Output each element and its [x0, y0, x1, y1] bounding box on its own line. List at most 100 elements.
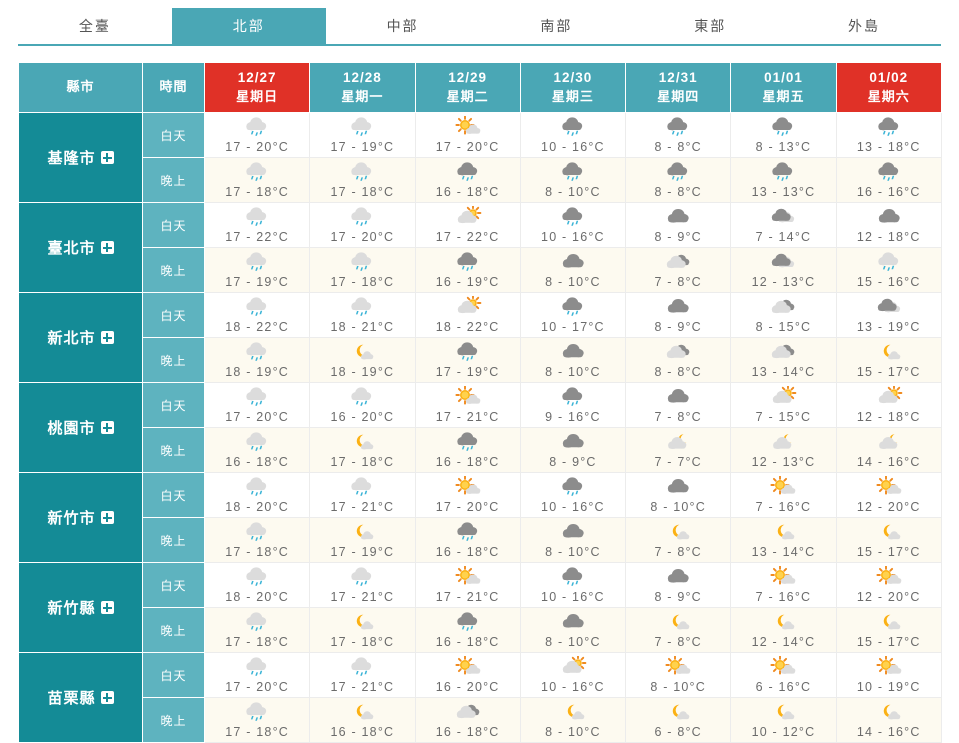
table-row: 晚上 17 - 19°C 17 - 18°C 16 - 19°C 8 - 10°C 7 -…: [19, 247, 942, 293]
temperature-range: 17 - 20°C: [225, 140, 289, 155]
city-cell-桃園市[interactable]: 桃園市: [18, 382, 143, 473]
forecast-cell: 17 - 18°C: [309, 247, 416, 293]
forecast-cell: 16 - 18°C: [414, 607, 521, 653]
forecast-cell: 17 - 19°C: [309, 112, 416, 158]
temperature-range: 16 - 20°C: [435, 680, 500, 695]
forecast-cell: 10 - 17°C: [519, 292, 627, 338]
temperature-range: 8 - 15°C: [755, 320, 812, 335]
rain-light-icon: [342, 476, 382, 500]
forecast-cell: 7 - 16°C: [730, 472, 837, 518]
temperature-range: 13 - 14°C: [751, 545, 816, 560]
forecast-cell: 16 - 19°C: [414, 247, 521, 293]
forecast-cell: 6 - 16°C: [730, 652, 837, 698]
plus-icon[interactable]: [100, 241, 114, 254]
forecast-cell: 8 - 10°C: [519, 247, 627, 293]
city-cell-新竹縣[interactable]: 新竹縣: [18, 562, 143, 653]
sun-cloud-icon: [658, 656, 698, 680]
forecast-cell: 10 - 16°C: [519, 202, 627, 248]
rain-dark-icon: [658, 161, 698, 185]
temperature-range: 8 - 10°C: [545, 725, 601, 740]
rain-dark-icon: [448, 611, 488, 635]
time-cell-night: 晚上: [142, 697, 205, 743]
plus-icon[interactable]: [100, 511, 114, 524]
temperature-range: 17 - 18°C: [225, 725, 289, 740]
region-tab-5[interactable]: 外島: [787, 8, 941, 44]
city-cell-新北市[interactable]: 新北市: [18, 292, 143, 383]
temperature-range: 8 - 13°C: [755, 140, 812, 155]
forecast-cell: 7 - 8°C: [625, 607, 732, 653]
sun-cloud-icon: [448, 566, 488, 590]
header-day-1: 12/28 星期一: [309, 62, 416, 113]
cloud-dark-icon: [658, 566, 698, 590]
plus-icon[interactable]: [100, 601, 114, 614]
forecast-cell: 17 - 19°C: [414, 337, 521, 383]
plus-icon[interactable]: [100, 691, 114, 704]
region-tab-3[interactable]: 南部: [479, 8, 633, 44]
rain-light-icon: [237, 341, 277, 365]
plus-icon[interactable]: [100, 331, 114, 344]
region-tab-4[interactable]: 東部: [633, 8, 787, 44]
temperature-range: 16 - 19°C: [435, 275, 500, 290]
temperature-range: 17 - 18°C: [225, 185, 289, 200]
rain-light-icon: [237, 701, 277, 725]
forecast-cell: 8 - 10°C: [519, 337, 627, 383]
forecast-cell: 17 - 21°C: [414, 562, 521, 608]
cloud-dark-icon: [553, 611, 593, 635]
weather-forecast-table: 縣市 時間 12/27 星期日 12/28 星期一 12/29 星期二 12/30 星期三 12…: [18, 62, 942, 743]
temperature-range: 8 - 9°C: [654, 320, 702, 335]
temperature-range: 15 - 17°C: [856, 365, 921, 380]
temperature-range: 18 - 22°C: [435, 320, 500, 335]
temperature-range: 8 - 10°C: [545, 185, 601, 200]
time-cell-day: 白天: [142, 562, 205, 608]
temperature-range: 16 - 18°C: [435, 725, 500, 740]
temperature-range: 18 - 20°C: [225, 500, 289, 515]
rain-light-icon: [237, 656, 277, 680]
temperature-range: 16 - 18°C: [435, 185, 500, 200]
partly-sun-icon: [448, 206, 488, 230]
region-tab-0[interactable]: 全臺: [18, 8, 172, 44]
rain-dark-icon: [553, 206, 593, 230]
moon-icon: [342, 341, 382, 365]
forecast-cell: 17 - 21°C: [309, 562, 416, 608]
forecast-cell: 17 - 22°C: [203, 202, 311, 248]
plus-icon[interactable]: [100, 151, 114, 164]
region-tab-2[interactable]: 中部: [326, 8, 480, 44]
cloud-mix-light-icon: [763, 341, 803, 365]
city-cell-新竹市[interactable]: 新竹市: [18, 472, 143, 563]
forecast-cell: 8 - 10°C: [519, 697, 627, 743]
table-row: 晚上 17 - 18°C 16 - 18°C 16 - 18°C 8 - 10°C 6 -…: [19, 697, 942, 743]
city-cell-臺北市[interactable]: 臺北市: [18, 202, 143, 293]
city-cell-基隆市[interactable]: 基隆市: [18, 112, 143, 203]
forecast-cell: 18 - 22°C: [203, 292, 311, 338]
cloud-dark-icon: [658, 296, 698, 320]
temperature-range: 17 - 18°C: [225, 545, 289, 560]
temperature-range: 7 - 15°C: [755, 410, 812, 425]
temperature-range: 12 - 13°C: [751, 275, 816, 290]
temperature-range: 8 - 8°C: [654, 365, 702, 380]
rain-light-icon: [342, 386, 382, 410]
city-name: 新竹市: [47, 510, 96, 527]
temperature-range: 8 - 9°C: [654, 230, 702, 245]
city-cell-苗栗縣[interactable]: 苗栗縣: [18, 652, 143, 743]
rain-dark-icon: [448, 431, 488, 455]
rain-light-icon: [237, 566, 277, 590]
temperature-range: 7 - 14°C: [755, 230, 812, 245]
moon-icon: [763, 611, 803, 635]
rain-light-icon: [237, 431, 277, 455]
temperature-range: 8 - 10°C: [650, 500, 706, 515]
rain-dark-icon: [869, 161, 909, 185]
rain-light-icon: [237, 296, 277, 320]
forecast-cell: 16 - 16°C: [835, 157, 942, 203]
moon-cloud-icon: [869, 431, 909, 455]
temperature-range: 16 - 18°C: [435, 545, 500, 560]
rain-dark-icon: [553, 116, 593, 140]
region-tab-1[interactable]: 北部: [171, 8, 326, 44]
plus-icon[interactable]: [100, 421, 114, 434]
rain-light-icon: [237, 521, 277, 545]
temperature-range: 10 - 16°C: [541, 230, 605, 245]
temperature-range: 8 - 10°C: [545, 275, 601, 290]
moon-icon: [869, 611, 909, 635]
temperature-range: 16 - 18°C: [225, 455, 289, 470]
temperature-range: 7 - 8°C: [654, 545, 702, 560]
forecast-cell: 7 - 15°C: [730, 382, 837, 428]
